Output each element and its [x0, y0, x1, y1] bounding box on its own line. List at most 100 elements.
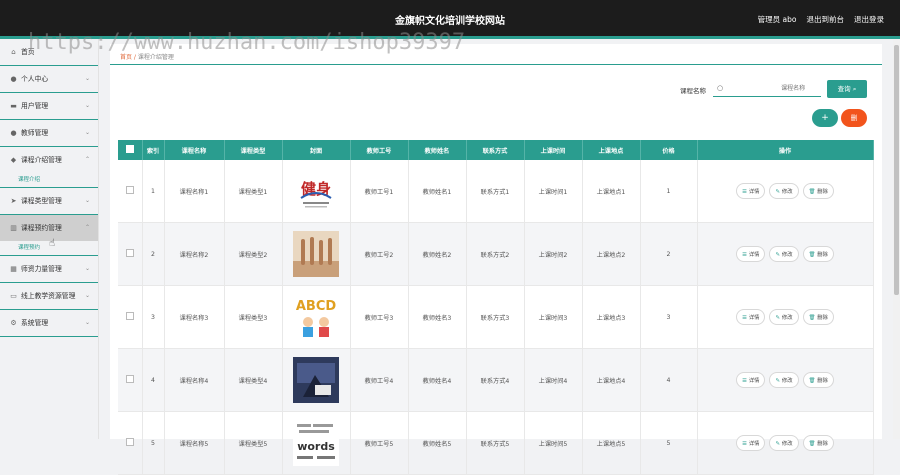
scrollbar-thumb[interactable]: [894, 45, 899, 295]
detail-icon: ☰: [742, 252, 747, 258]
logout-link[interactable]: 退出登录: [854, 14, 884, 25]
chevron-down-icon: ⌄: [84, 292, 90, 299]
cell-course-name: 课程名称1: [164, 160, 225, 223]
sidebar-item-teachers[interactable]: ● 教师管理 ⌄: [0, 120, 98, 147]
page-scrollbar[interactable]: [893, 39, 900, 439]
detail-button[interactable]: ☰ 详情: [736, 246, 766, 262]
sidebar-item-course-intro[interactable]: ◆ 课程介绍管理 ⌃: [0, 147, 98, 173]
detail-button[interactable]: ☰ 详情: [736, 372, 766, 388]
edit-button[interactable]: ✎ 修改: [769, 372, 799, 388]
cell-actions: ☰ 详情 ✎ 修改 🗑 删除: [697, 285, 874, 349]
cell-course-name: 课程名称3: [164, 285, 225, 349]
edit-icon: ✎: [775, 378, 780, 384]
cell-cover: [282, 348, 351, 412]
edit-button[interactable]: ✎ 修改: [769, 246, 799, 262]
card-icon: ▭: [10, 291, 17, 300]
cell-contact: 联系方式5: [466, 411, 525, 475]
query-button[interactable]: 查询 ⌕: [827, 80, 867, 98]
cell-contact: 联系方式2: [466, 222, 525, 286]
sidebar-item-profile[interactable]: ● 个人中心 ⌄: [0, 66, 98, 93]
main-content: 首页 / 课程介绍管理 课程名称 ○ 查询 ⌕ + 删 索引 课程名称 课程类型…: [110, 44, 882, 475]
row-checkbox[interactable]: [118, 411, 143, 475]
breadcrumb-home[interactable]: 首页: [120, 54, 132, 61]
cover-lettering: ABCD: [296, 299, 337, 314]
edit-icon: ✎: [775, 252, 780, 258]
cell-teacher-id: 教师工号1: [350, 160, 409, 223]
delete-button[interactable]: 🗑 删除: [802, 183, 834, 199]
cell-time: 上课时间3: [524, 285, 583, 349]
table-row: 1 课程名称1 课程类型1 健身 教师工号1 教师姓名1 联系方式1 上课时间1…: [118, 160, 874, 223]
add-button[interactable]: +: [812, 109, 838, 127]
cell-contact: 联系方式3: [466, 285, 525, 349]
chevron-down-icon: ⌄: [84, 319, 90, 326]
row-checkbox[interactable]: [118, 160, 143, 223]
column-header: 课程名称: [164, 140, 225, 160]
batch-delete-button[interactable]: 删: [841, 109, 867, 127]
edit-button[interactable]: ✎ 修改: [769, 183, 799, 199]
cell-contact: 联系方式4: [466, 348, 525, 412]
cell-teacher-id: 教师工号3: [350, 285, 409, 349]
cell-actions: ☰ 详情 ✎ 修改 🗑 删除: [697, 411, 874, 475]
detail-button[interactable]: ☰ 详情: [736, 309, 766, 325]
cell-price: 5: [640, 411, 698, 475]
cell-teacher-name: 教师姓名5: [408, 411, 467, 475]
sidebar-item-label: 课程预约管理: [21, 224, 62, 232]
sidebar-item-label: 师资力量管理: [21, 265, 62, 273]
cover-image: 健身: [293, 168, 339, 214]
cover-image: [293, 231, 339, 277]
cell-course-type: 课程类型2: [224, 222, 283, 286]
detail-button[interactable]: ☰ 详情: [736, 183, 766, 199]
delete-button[interactable]: 🗑 删除: [802, 372, 834, 388]
cell-actions: ☰ 详情 ✎ 修改 🗑 删除: [697, 160, 874, 223]
cell-place: 上课地点4: [582, 348, 641, 412]
chevron-down-icon: ⌄: [84, 102, 90, 109]
sidebar-item-course-types[interactable]: ➤ 课程类型管理 ⌄: [0, 188, 98, 215]
edit-icon: ✎: [775, 315, 780, 321]
home-icon: ⌂: [11, 47, 16, 56]
column-header: 操作: [697, 140, 874, 160]
cell-index: 4: [142, 348, 165, 412]
cell-price: 2: [640, 222, 698, 286]
column-header: 课程类型: [224, 140, 283, 160]
cell-price: 3: [640, 285, 698, 349]
search-input[interactable]: [723, 83, 808, 93]
delete-button[interactable]: 🗑 删除: [802, 246, 834, 262]
query-button-label: 查询: [837, 85, 851, 93]
delete-button[interactable]: 🗑 删除: [802, 435, 834, 451]
back-to-frontend-link[interactable]: 退出到前台: [807, 14, 845, 25]
cell-actions: ☰ 详情 ✎ 修改 🗑 删除: [697, 348, 874, 412]
chevron-down-icon: ⌄: [84, 197, 90, 204]
sidebar-item-label: 课程介绍管理: [21, 156, 62, 164]
column-header: 上课时间: [524, 140, 583, 160]
send-icon: ➤: [10, 196, 17, 205]
sidebar-item-label: 线上教学资源管理: [21, 292, 76, 300]
cell-course-type: 课程类型4: [224, 348, 283, 412]
sidebar-item-online-resources[interactable]: ▭ 线上教学资源管理 ⌄: [0, 283, 98, 310]
edit-icon: ✎: [775, 441, 780, 447]
cell-time: 上课时间1: [524, 160, 583, 223]
sidebar-item-label: 教师管理: [21, 129, 49, 137]
edit-button[interactable]: ✎ 修改: [769, 435, 799, 451]
select-all-checkbox[interactable]: [118, 140, 143, 160]
cell-index: 1: [142, 160, 165, 223]
delete-button[interactable]: 🗑 删除: [802, 309, 834, 325]
row-checkbox[interactable]: [118, 348, 143, 412]
search-field[interactable]: ○: [713, 80, 821, 97]
breadcrumb-current: 课程介绍管理: [137, 54, 174, 61]
cell-place: 上课地点5: [582, 411, 641, 475]
sidebar-item-faculty[interactable]: ▦ 师资力量管理 ⌄: [0, 256, 98, 283]
cover-image: ABCD: [293, 294, 339, 340]
cell-cover: words: [282, 411, 351, 475]
sidebar-item-home[interactable]: ⌂ 首页: [0, 39, 98, 66]
column-header: 教师工号: [350, 140, 409, 160]
detail-button[interactable]: ☰ 详情: [736, 435, 766, 451]
sidebar-subitem-course-intro[interactable]: 课程介绍: [0, 173, 98, 188]
sidebar-item-system[interactable]: ⚙ 系统管理 ⌄: [0, 310, 98, 337]
edit-button[interactable]: ✎ 修改: [769, 309, 799, 325]
chevron-up-icon: ⌃: [84, 224, 90, 231]
row-checkbox[interactable]: [118, 222, 143, 286]
trash-icon: 🗑: [808, 252, 816, 258]
row-checkbox[interactable]: [118, 285, 143, 349]
sidebar-item-users[interactable]: ▬ 用户管理 ⌄: [0, 93, 98, 120]
cell-cover: [282, 222, 351, 286]
